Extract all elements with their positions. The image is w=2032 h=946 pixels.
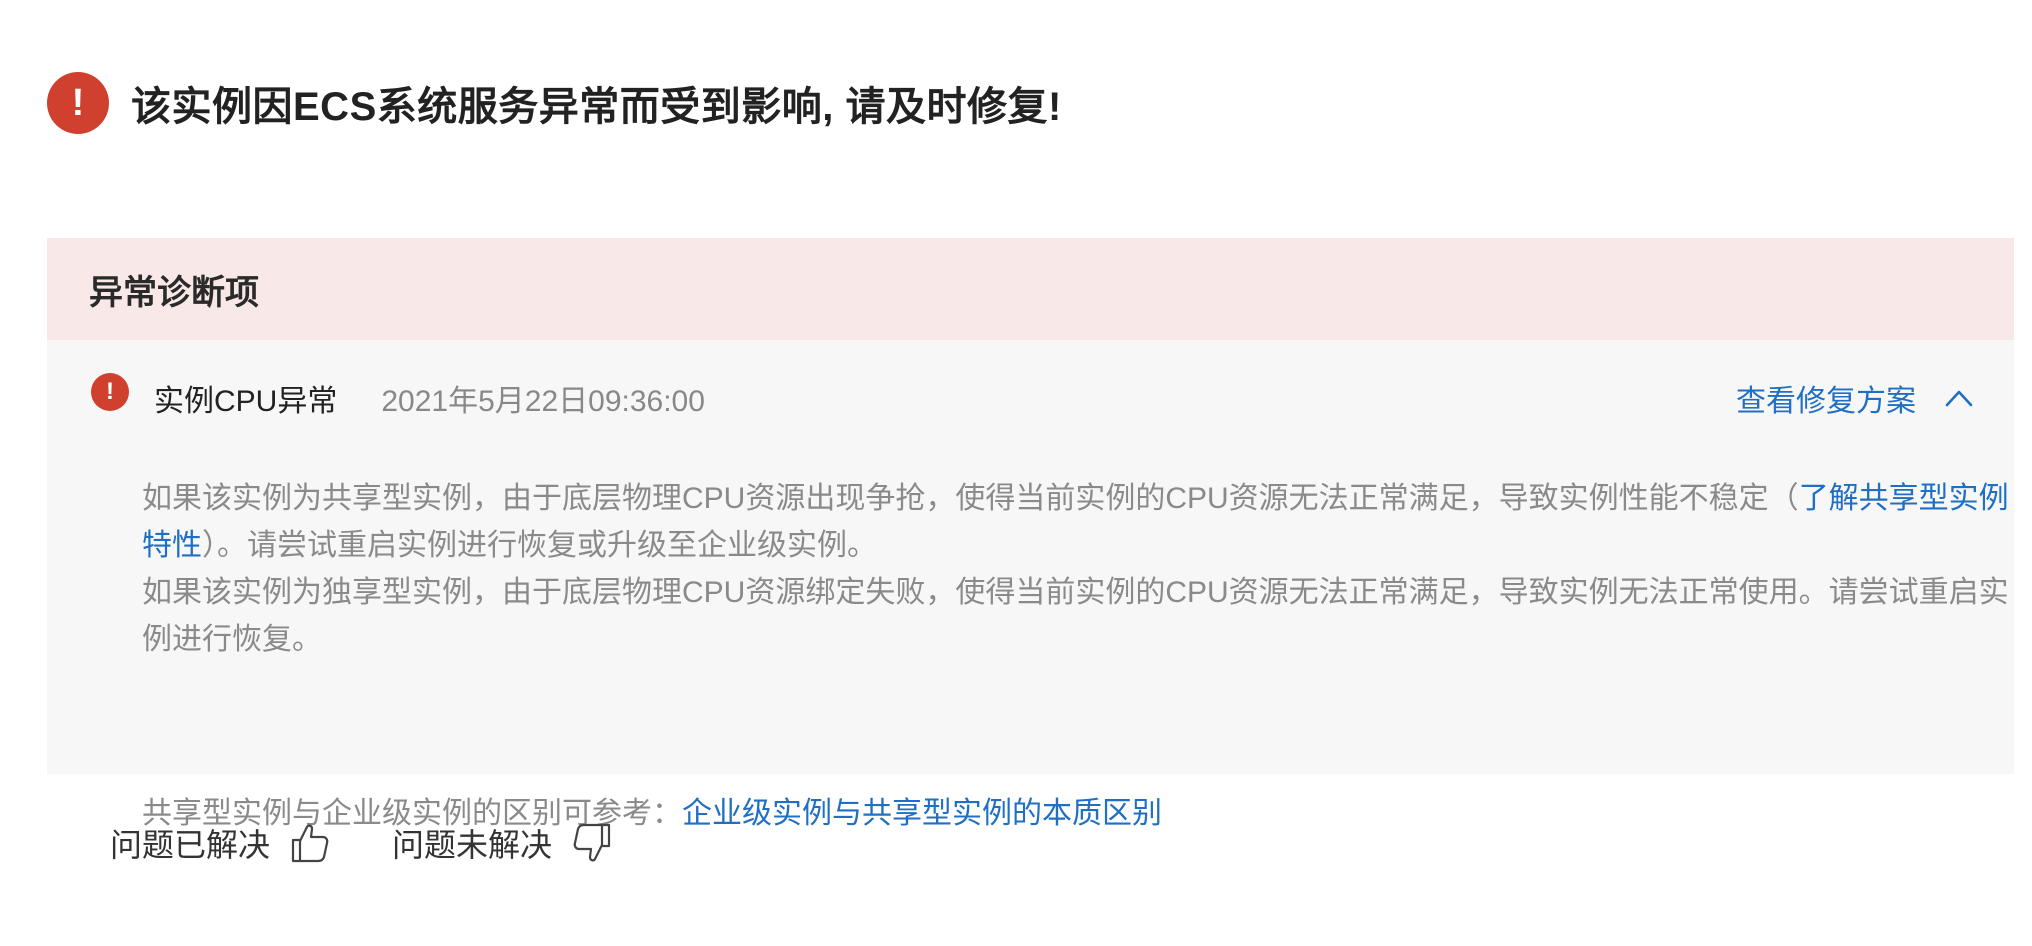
description-text: ）。请尝试重启实例进行恢复或升级至企业级实例。 [202, 529, 877, 562]
resolved-label: 问题已解决 [110, 827, 271, 863]
view-fix-plan-link[interactable]: 查看修复方案 [1736, 376, 1916, 420]
thumbs-up-icon [290, 821, 330, 865]
page: ! 该实例因ECS系统服务异常而受到影响, 请及时修复! 异常诊断项 ! 实例C… [0, 0, 2032, 946]
resolved-button[interactable]: 问题已解决 [110, 820, 330, 866]
alert-title: 该实例因ECS系统服务异常而受到影响, 请及时修复! [131, 85, 1062, 129]
unresolved-button[interactable]: 问题未解决 [392, 820, 612, 866]
chevron-up-icon[interactable] [1944, 383, 1974, 413]
reference-link[interactable]: 企业级实例与共享型实例的本质区别 [682, 797, 1162, 830]
exclamation-circle-icon: ! [91, 373, 129, 411]
diagnosis-description: 如果该实例为共享型实例，由于底层物理CPU资源出现争抢，使得当前实例的CPU资源… [142, 475, 2022, 663]
exclamation-circle-icon: ! [47, 72, 109, 134]
diagnosis-body: ! 实例CPU异常 2021年5月22日09:36:00 查看修复方案 如果该实… [47, 340, 2014, 830]
diagnosis-item-name: 实例CPU异常 [154, 385, 338, 418]
unresolved-label: 问题未解决 [392, 827, 553, 863]
diagnosis-panel: 异常诊断项 ! 实例CPU异常 2021年5月22日09:36:00 查看修复方… [47, 238, 2014, 830]
diagnosis-header: 异常诊断项 [47, 238, 2014, 340]
description-paragraph-shared: 如果该实例为共享型实例，由于底层物理CPU资源出现争抢，使得当前实例的CPU资源… [142, 475, 2022, 569]
description-text: 如果该实例为共享型实例，由于底层物理CPU资源出现争抢，使得当前实例的CPU资源… [142, 482, 1799, 515]
alert-header: ! 该实例因ECS系统服务异常而受到影响, 请及时修复! [47, 72, 1062, 134]
description-paragraph-dedicated: 如果该实例为独享型实例，由于底层物理CPU资源绑定失败，使得当前实例的CPU资源… [142, 576, 2009, 656]
diagnosis-item-actions: 查看修复方案 [1736, 376, 1974, 420]
thumbs-down-icon [572, 821, 612, 865]
feedback-bar: 问题已解决 问题未解决 [110, 820, 674, 866]
diagnosis-header-title: 异常诊断项 [89, 273, 259, 312]
diagnosis-item-time: 2021年5月22日09:36:00 [381, 385, 705, 418]
diagnosis-item-row: ! 实例CPU异常 2021年5月22日09:36:00 查看修复方案 [91, 373, 1974, 420]
